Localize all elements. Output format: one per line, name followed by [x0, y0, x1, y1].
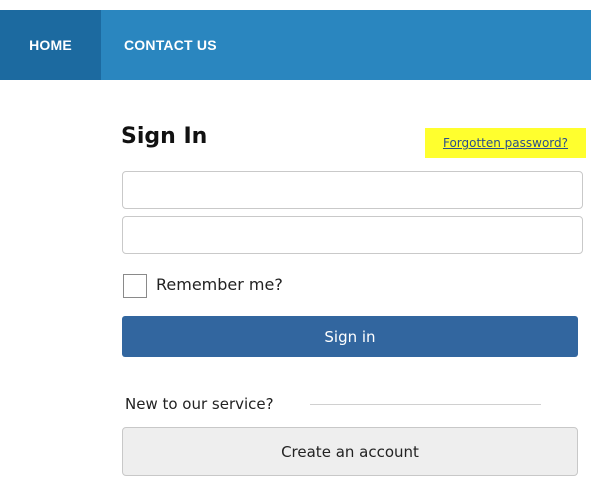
- divider: [310, 404, 541, 405]
- nav-home-link[interactable]: HOME: [0, 10, 101, 80]
- signin-button[interactable]: Sign in: [122, 316, 578, 357]
- remember-me-checkbox[interactable]: [123, 274, 147, 298]
- signin-title: Sign In: [121, 124, 208, 149]
- username-field[interactable]: [122, 171, 583, 209]
- top-navbar: HOME CONTACT US: [0, 10, 591, 80]
- forgot-password-link[interactable]: Forgotten password?: [425, 128, 586, 158]
- remember-me-label: Remember me?: [156, 275, 283, 294]
- create-account-button[interactable]: Create an account: [122, 427, 578, 476]
- nav-contact-link[interactable]: CONTACT US: [124, 10, 217, 80]
- new-to-service-label: New to our service?: [125, 395, 274, 413]
- password-field[interactable]: [122, 216, 583, 254]
